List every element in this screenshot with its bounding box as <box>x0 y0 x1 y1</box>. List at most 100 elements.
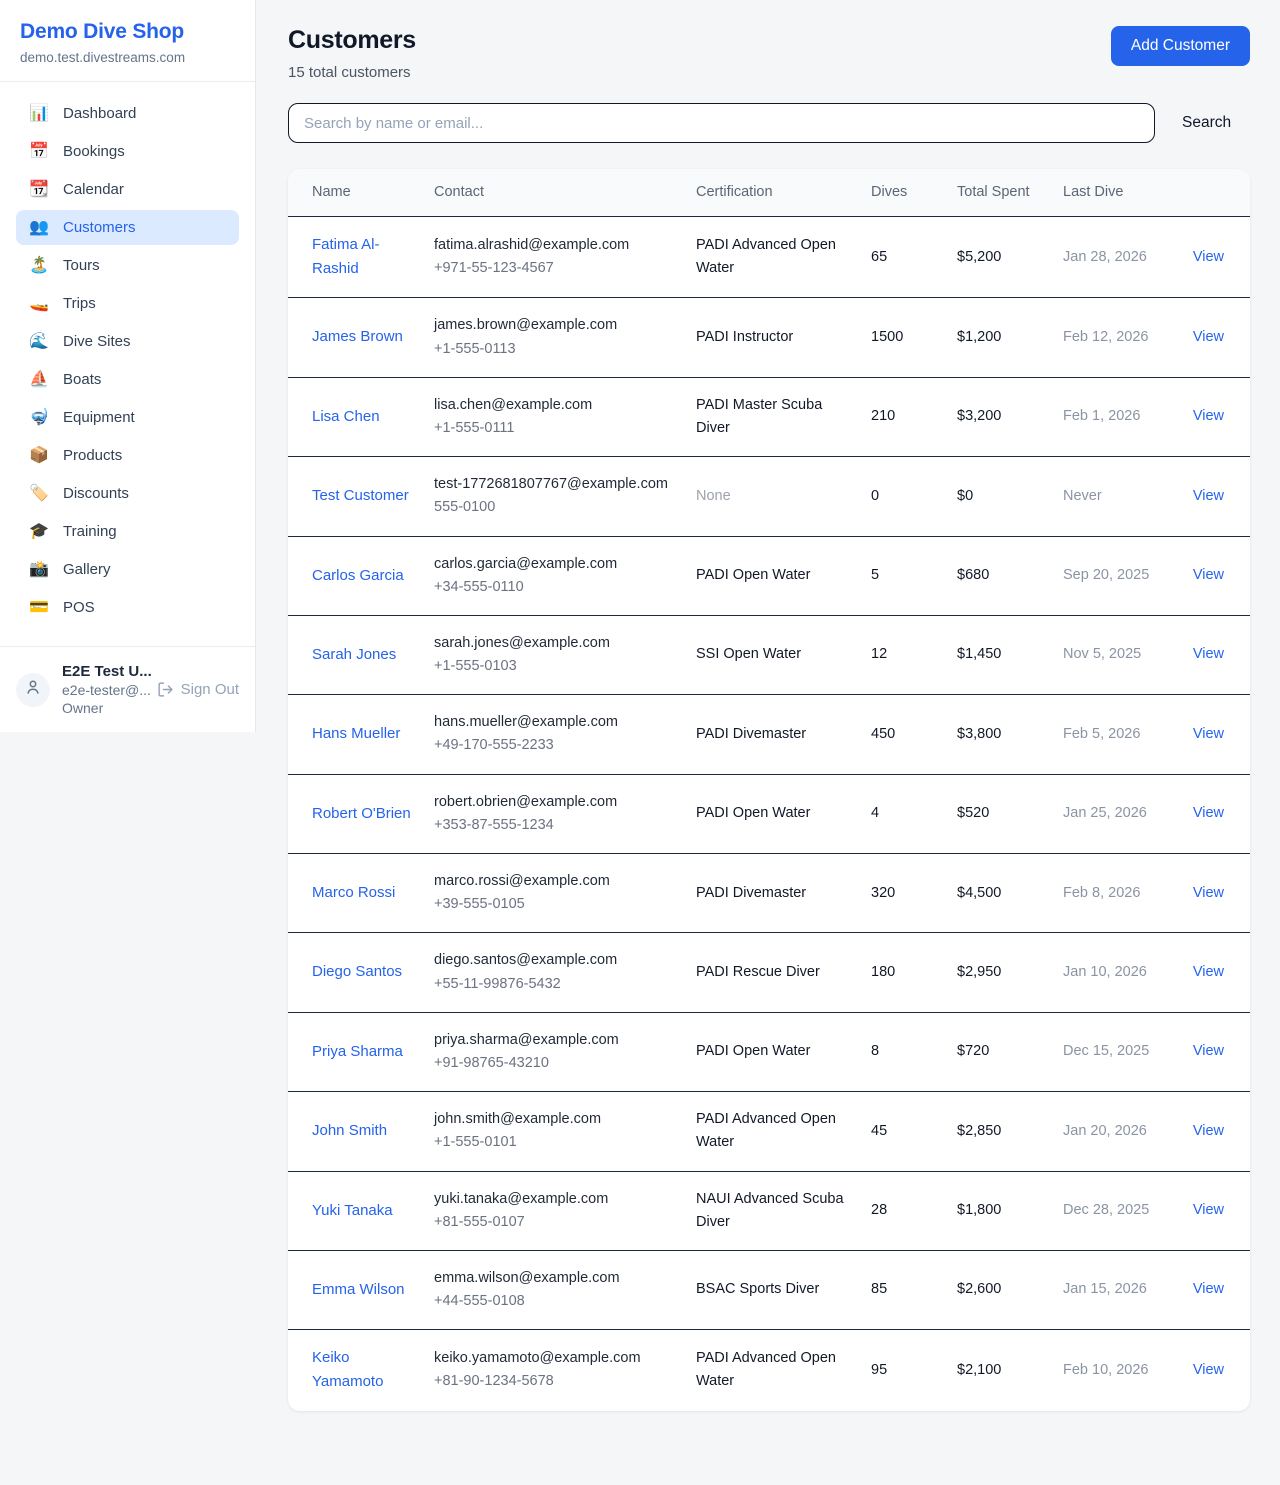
customer-phone: +55-11-99876-5432 <box>434 973 680 996</box>
sidebar-item-equipment[interactable]: 🤿 Equipment <box>16 400 239 435</box>
customer-last-dive: Dec 15, 2025 <box>1063 1043 1149 1059</box>
sign-out-button[interactable]: Sign Out <box>157 681 239 698</box>
view-link[interactable]: View <box>1193 1362 1224 1378</box>
customer-name-link[interactable]: Diego Santos <box>312 963 402 980</box>
customer-dives: 1500 <box>871 329 903 345</box>
view-link[interactable]: View <box>1193 1123 1224 1139</box>
customer-dives: 0 <box>871 488 879 504</box>
sign-out-label: Sign Out <box>181 681 239 698</box>
customer-name-link[interactable]: Emma Wilson <box>312 1281 405 1298</box>
customer-name-link[interactable]: Marco Rossi <box>312 884 395 901</box>
view-link[interactable]: View <box>1193 885 1224 901</box>
page-title: Customers <box>288 26 416 55</box>
add-customer-button[interactable]: Add Customer <box>1111 26 1250 66</box>
customers-table-card: Name Contact Certification Dives Total S… <box>288 169 1250 1411</box>
view-link[interactable]: View <box>1193 329 1224 345</box>
customer-phone: +34-555-0110 <box>434 576 680 599</box>
customer-total-spent: $2,850 <box>957 1123 1001 1139</box>
table-row: Fatima Al-Rashid fatima.alrashid@example… <box>288 217 1250 298</box>
customer-last-dive: Jan 15, 2026 <box>1063 1281 1147 1297</box>
view-link[interactable]: View <box>1193 488 1224 504</box>
customer-phone: +49-170-555-2233 <box>434 734 680 757</box>
customer-name-link[interactable]: Yuki Tanaka <box>312 1202 393 1219</box>
search-input[interactable] <box>288 103 1155 143</box>
customer-last-dive: Jan 25, 2026 <box>1063 805 1147 821</box>
customer-last-dive: Jan 20, 2026 <box>1063 1123 1147 1139</box>
customer-email: yuki.tanaka@example.com <box>434 1188 680 1211</box>
user-name: E2E Test U... <box>62 663 145 680</box>
column-header-dives: Dives <box>871 169 957 217</box>
customer-certification: BSAC Sports Diver <box>696 1281 819 1297</box>
customer-phone: +44-555-0108 <box>434 1290 680 1313</box>
sidebar-item-boats[interactable]: ⛵ Boats <box>16 362 239 397</box>
view-link[interactable]: View <box>1193 964 1224 980</box>
customer-total-spent: $5,200 <box>957 249 1001 265</box>
sidebar-item-trips[interactable]: 🚤 Trips <box>16 286 239 321</box>
customer-name-link[interactable]: Keiko Yamamoto <box>312 1349 383 1390</box>
customer-name-link[interactable]: James Brown <box>312 328 403 345</box>
search-button[interactable]: Search <box>1182 114 1231 132</box>
customer-phone: +353-87-555-1234 <box>434 814 680 837</box>
customer-email: priya.sharma@example.com <box>434 1029 680 1052</box>
view-link[interactable]: View <box>1193 1281 1224 1297</box>
sidebar-item-discounts[interactable]: 🏷️ Discounts <box>16 476 239 511</box>
customer-certification: PADI Open Water <box>696 1043 810 1059</box>
dashboard-icon: 📊 <box>28 106 50 122</box>
user-icon <box>24 678 42 701</box>
view-link[interactable]: View <box>1193 567 1224 583</box>
customer-name-link[interactable]: John Smith <box>312 1122 387 1139</box>
customer-name-link[interactable]: Hans Mueller <box>312 725 400 742</box>
customer-name-link[interactable]: Test Customer <box>312 487 409 504</box>
customer-certification: PADI Instructor <box>696 329 793 345</box>
column-header-total-spent: Total Spent <box>957 169 1063 217</box>
view-link[interactable]: View <box>1193 646 1224 662</box>
user-role: Owner <box>62 700 145 716</box>
table-row: Diego Santos diego.santos@example.com +5… <box>288 933 1250 1012</box>
view-link[interactable]: View <box>1193 1202 1224 1218</box>
table-row: Marco Rossi marco.rossi@example.com +39-… <box>288 854 1250 933</box>
sidebar-item-dive-sites[interactable]: 🌊 Dive Sites <box>16 324 239 359</box>
view-link[interactable]: View <box>1193 805 1224 821</box>
customer-name-link[interactable]: Sarah Jones <box>312 646 396 663</box>
table-row: Carlos Garcia carlos.garcia@example.com … <box>288 536 1250 615</box>
view-link[interactable]: View <box>1193 408 1224 424</box>
customer-dives: 45 <box>871 1123 887 1139</box>
sidebar-item-bookings[interactable]: 📅 Bookings <box>16 134 239 169</box>
customer-email: emma.wilson@example.com <box>434 1267 680 1290</box>
sidebar-item-customers[interactable]: 👥 Customers <box>16 210 239 245</box>
sidebar-item-calendar[interactable]: 📆 Calendar <box>16 172 239 207</box>
sidebar-item-products[interactable]: 📦 Products <box>16 438 239 473</box>
column-header-name: Name <box>288 169 434 217</box>
sidebar: Demo Dive Shop demo.test.divestreams.com… <box>0 0 256 732</box>
table-row: Keiko Yamamoto keiko.yamamoto@example.co… <box>288 1330 1250 1411</box>
customer-name-link[interactable]: Robert O'Brien <box>312 805 411 822</box>
customer-name-link[interactable]: Fatima Al-Rashid <box>312 236 380 277</box>
customer-certification: PADI Master Scuba Diver <box>696 397 822 436</box>
main-content: Customers 15 total customers Add Custome… <box>256 0 1280 1439</box>
customer-phone: +1-555-0111 <box>434 417 680 440</box>
customer-last-dive: Sep 20, 2025 <box>1063 567 1149 583</box>
customer-dives: 320 <box>871 885 895 901</box>
sidebar-item-tours[interactable]: 🏝️ Tours <box>16 248 239 283</box>
customer-name-link[interactable]: Carlos Garcia <box>312 567 404 584</box>
customer-certification: PADI Open Water <box>696 805 810 821</box>
customer-name-link[interactable]: Priya Sharma <box>312 1043 403 1060</box>
sidebar-item-dashboard[interactable]: 📊 Dashboard <box>16 96 239 131</box>
table-row: Hans Mueller hans.mueller@example.com +4… <box>288 695 1250 774</box>
sidebar-item-training[interactable]: 🎓 Training <box>16 514 239 549</box>
column-header-certification: Certification <box>696 169 871 217</box>
customer-email: test-1772681807767@example.com <box>434 473 680 496</box>
view-link[interactable]: View <box>1193 726 1224 742</box>
sidebar-item-pos[interactable]: 💳 POS <box>16 590 239 625</box>
sidebar-header: Demo Dive Shop demo.test.divestreams.com <box>0 0 255 82</box>
view-link[interactable]: View <box>1193 249 1224 265</box>
table-row: Lisa Chen lisa.chen@example.com +1-555-0… <box>288 377 1250 456</box>
view-link[interactable]: View <box>1193 1043 1224 1059</box>
customer-certification: PADI Rescue Diver <box>696 964 820 980</box>
sidebar-item-gallery[interactable]: 📸 Gallery <box>16 552 239 587</box>
customer-last-dive: Feb 8, 2026 <box>1063 885 1140 901</box>
column-header-actions <box>1170 169 1250 217</box>
customer-certification: PADI Divemaster <box>696 885 806 901</box>
user-email: e2e-tester@... <box>62 682 145 698</box>
customer-name-link[interactable]: Lisa Chen <box>312 408 380 425</box>
